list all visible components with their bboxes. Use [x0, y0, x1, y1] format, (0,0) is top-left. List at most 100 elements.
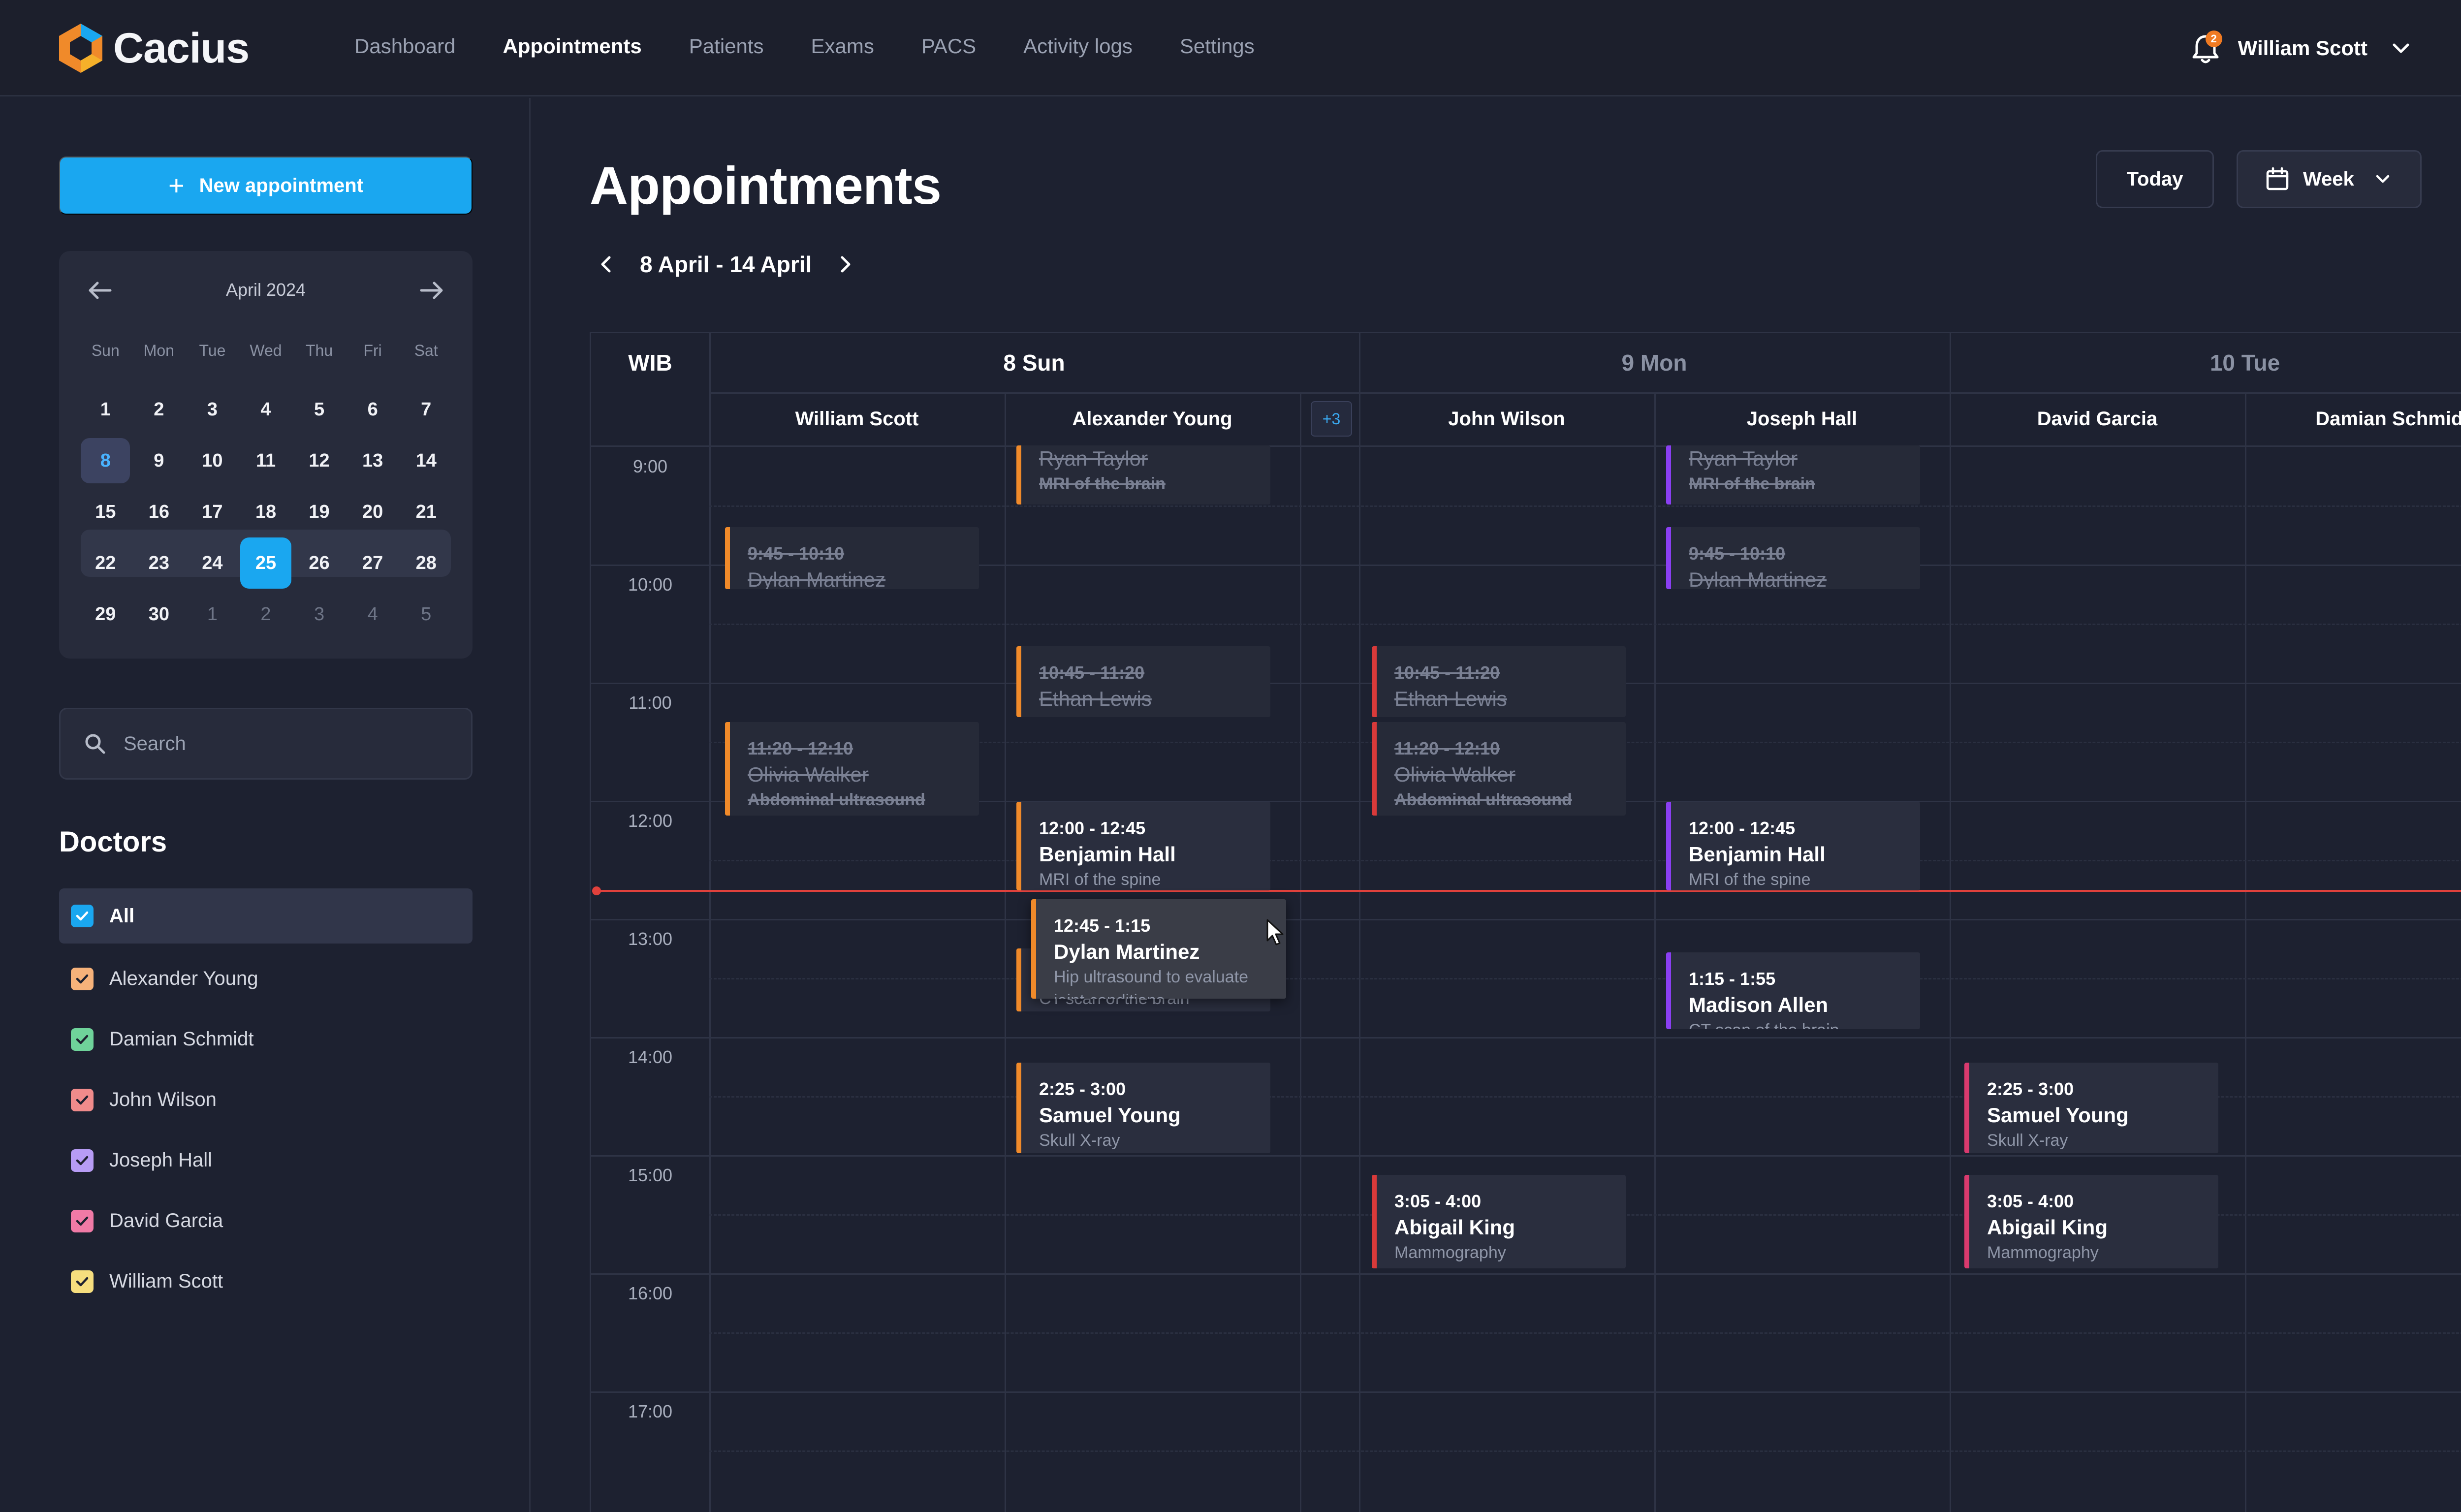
appointment-card[interactable]: 10:45 - 11:20 Ethan Lewis CT scan of the c… — [1372, 646, 1626, 717]
mini-calendar-day[interactable]: 9 — [132, 435, 186, 486]
nav-patients[interactable]: Patients — [689, 34, 764, 58]
appointment-card[interactable]: 11:20 - 12:10 Olivia Walker Abdominal ultr… — [1372, 722, 1626, 816]
doctor-filter-item[interactable]: Alexander Young — [59, 948, 473, 1009]
notification-count-badge: 2 — [2205, 31, 2222, 47]
notifications-button[interactable]: 2 — [2186, 29, 2225, 68]
mini-calendar-day[interactable]: 4 — [346, 589, 400, 640]
nav-activity-logs[interactable]: Activity logs — [1023, 34, 1133, 58]
appointment-patient: Dylan Martinez — [1054, 940, 1200, 963]
mini-calendar-day[interactable]: 2 — [132, 384, 186, 435]
mini-calendar-day[interactable]: 20 — [346, 486, 400, 537]
nav-pacs[interactable]: PACS — [921, 34, 976, 58]
appointment-card[interactable]: 9:45 - 10:10Dylan MartinezHip ultrasound — [1666, 527, 1920, 589]
nav-exams[interactable]: Exams — [811, 34, 874, 58]
appointment-exam: Mammography — [1987, 1243, 2099, 1262]
mini-calendar-day[interactable]: 28 — [399, 537, 453, 589]
day-header-sun[interactable]: 8 Sun — [709, 333, 1359, 392]
day-header-tue[interactable]: 10 Tue — [1950, 333, 2461, 392]
mini-calendar-day[interactable]: 16 — [132, 486, 186, 537]
mini-calendar-day[interactable]: 3 — [186, 384, 239, 435]
appointment-patient: Olivia Walker — [748, 763, 869, 786]
mini-calendar-day[interactable]: 21 — [399, 486, 453, 537]
nav-dashboard[interactable]: Dashboard — [354, 34, 455, 58]
brand-logo[interactable]: Cacius — [58, 23, 250, 74]
mini-calendar-day[interactable]: 25 — [239, 537, 293, 589]
mini-calendar-day[interactable]: 17 — [186, 486, 239, 537]
user-menu[interactable]: 2 William Scott — [2186, 29, 2412, 68]
new-appointment-button[interactable]: + New appointment — [59, 157, 473, 215]
chevron-right-icon[interactable] — [834, 253, 856, 275]
appointment-card[interactable]: 3:05 - 4:00 Abigail King Mammography — [1372, 1175, 1626, 1268]
checkbox-checked-icon[interactable] — [71, 1028, 94, 1051]
checkbox-checked-icon[interactable] — [71, 1149, 94, 1172]
mini-calendar-day[interactable]: 7 — [399, 384, 453, 435]
mini-calendar-day[interactable]: 23 — [132, 537, 186, 589]
checkbox-checked-icon[interactable] — [71, 1270, 94, 1293]
mini-calendar-day[interactable]: 24 — [186, 537, 239, 589]
arrow-right-icon[interactable] — [416, 276, 446, 305]
mini-calendar-day[interactable]: 1 — [79, 384, 132, 435]
sidebar: + New appointment April 2024 Sun Mon Tue… — [0, 98, 531, 1512]
appointment-exam: MRI of the brain — [1039, 474, 1166, 493]
mini-calendar-day[interactable]: 19 — [292, 486, 346, 537]
nav-settings[interactable]: Settings — [1180, 34, 1255, 58]
mini-calendar-day[interactable]: 14 — [399, 435, 453, 486]
mini-calendar-day[interactable]: 18 — [239, 486, 293, 537]
appointment-card[interactable]: 9:45 - 10:10Dylan MartinezHip ultrasound — [725, 527, 979, 589]
appointment-card[interactable]: Ryan Taylor MRI of the brain — [1016, 445, 1270, 504]
mini-calendar-day[interactable]: 22 — [79, 537, 132, 589]
hour-divider — [591, 919, 2461, 920]
mini-calendar-day[interactable]: 2 — [239, 589, 293, 640]
mini-calendar-month: April 2024 — [225, 280, 306, 300]
doctor-filter-item[interactable]: All — [59, 888, 473, 944]
mini-calendar-day[interactable]: 13 — [346, 435, 400, 486]
mini-calendar-day[interactable]: 30 — [132, 589, 186, 640]
appointment-card[interactable]: 10:45 - 11:20 Ethan Lewis CT scan of the c… — [1016, 646, 1270, 717]
mini-calendar-day[interactable]: 5 — [292, 384, 346, 435]
checkbox-checked-icon[interactable] — [71, 905, 94, 927]
mini-calendar-day[interactable]: 11 — [239, 435, 293, 486]
mini-calendar-day[interactable]: 26 — [292, 537, 346, 589]
appointment-card[interactable]: Ryan Taylor MRI of the brain — [1666, 445, 1920, 504]
more-doctors-chip[interactable]: +3 — [1311, 401, 1352, 437]
mini-calendar-day[interactable]: 1 — [186, 589, 239, 640]
search-input[interactable] — [124, 732, 439, 755]
weekday-label: Tue — [199, 342, 226, 359]
mini-calendar-day[interactable]: 5 — [399, 589, 453, 640]
doctor-filter-item[interactable]: Damian Schmidt — [59, 1009, 473, 1070]
doctor-filter-item[interactable]: William Scott — [59, 1251, 473, 1312]
mini-calendar-day[interactable]: 27 — [346, 537, 400, 589]
checkbox-checked-icon[interactable] — [71, 1088, 94, 1111]
chevron-left-icon[interactable] — [596, 253, 617, 275]
appointment-card[interactable]: 12:00 - 12:45 Benjamin Hall MRI of the spi… — [1016, 802, 1270, 890]
search-box[interactable] — [59, 708, 473, 780]
mini-calendar-day[interactable]: 29 — [79, 589, 132, 640]
today-button[interactable]: Today — [2096, 150, 2214, 208]
doctor-column-header: John Wilson — [1448, 408, 1565, 430]
mini-calendar-day[interactable]: 8 — [79, 435, 132, 486]
chevron-down-icon[interactable] — [2390, 37, 2412, 59]
nav-appointments[interactable]: Appointments — [503, 34, 641, 58]
day-header-mon[interactable]: 9 Mon — [1359, 333, 1950, 392]
checkbox-checked-icon[interactable] — [71, 967, 94, 990]
appointment-card[interactable]: 12:00 - 12:45 Benjamin Hall MRI of the spi… — [1666, 802, 1920, 890]
doctor-filter-item[interactable]: Joseph Hall — [59, 1130, 473, 1191]
doctor-filter-item[interactable]: David Garcia — [59, 1191, 473, 1251]
mini-calendar-day[interactable]: 10 — [186, 435, 239, 486]
day-divider — [1950, 333, 1951, 1512]
mini-calendar-day[interactable]: 12 — [292, 435, 346, 486]
appointment-card[interactable]: 12:45 - 1:15 Dylan Martinez Hip ultrasound… — [1031, 899, 1286, 999]
mini-calendar-day[interactable]: 3 — [292, 589, 346, 640]
appointment-card[interactable]: 11:20 - 12:10 Olivia Walker Abdominal ultr… — [725, 722, 979, 816]
view-selector-dropdown[interactable]: Week — [2237, 150, 2422, 208]
mini-calendar-day[interactable]: 6 — [346, 384, 400, 435]
doctor-filter-item[interactable]: John Wilson — [59, 1070, 473, 1130]
appointment-card[interactable]: 2:25 - 3:00 Samuel Young Skull X-ray — [1964, 1063, 2218, 1153]
checkbox-checked-icon[interactable] — [71, 1209, 94, 1232]
appointment-card[interactable]: 3:05 - 4:00 Abigail King Mammography — [1964, 1175, 2218, 1268]
mini-calendar-day[interactable]: 15 — [79, 486, 132, 537]
mini-calendar-day[interactable]: 4 — [239, 384, 293, 435]
appointment-card[interactable]: 2:25 - 3:00 Samuel Young Skull X-ray — [1016, 1063, 1270, 1153]
appointment-card[interactable]: 1:15 - 1:55 Madison Allen CT scan of the b… — [1666, 952, 1920, 1029]
appointment-patient: Samuel Young — [1987, 1103, 2129, 1127]
